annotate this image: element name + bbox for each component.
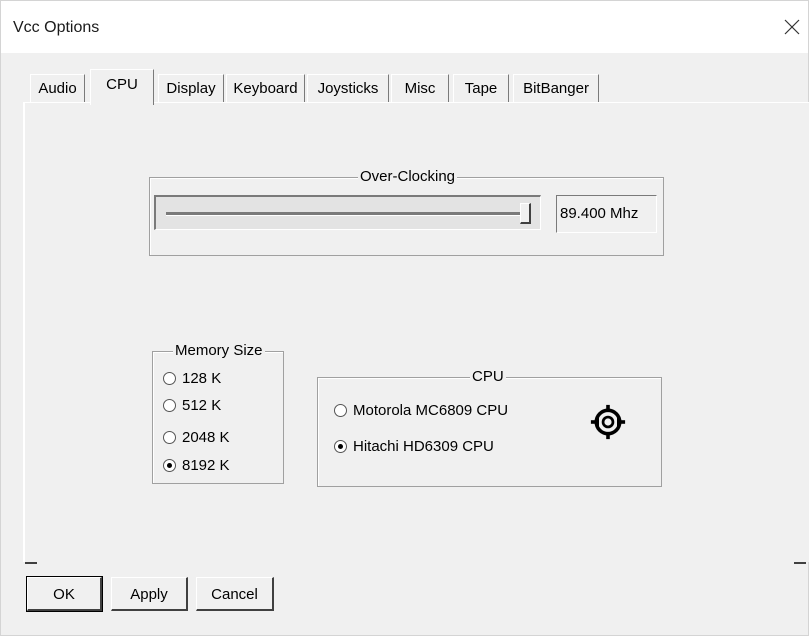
apply-label: Apply <box>130 586 168 603</box>
clock-speed-value: 89.400 Mhz <box>560 205 639 222</box>
radio-button[interactable] <box>163 371 176 385</box>
slider-thumb[interactable] <box>520 203 531 224</box>
overclocking-label: Over-Clocking <box>358 168 458 186</box>
radio-button[interactable] <box>334 403 347 417</box>
tab-label: Misc <box>404 80 436 97</box>
title-bar: Vcc Options <box>1 1 808 53</box>
tab-label: Tape <box>464 80 498 97</box>
ok-label: OK <box>53 586 75 603</box>
tab-display[interactable]: Display <box>158 74 224 102</box>
tab-cpu[interactable]: CPU <box>90 69 154 105</box>
tab-label: CPU <box>106 76 138 93</box>
ok-button[interactable]: OK <box>26 576 103 612</box>
memory-option-8192k[interactable]: 8192 K <box>163 455 230 477</box>
options-window: Vcc Options Audio CPU Display Keyboard J… <box>0 0 809 636</box>
cpu-group: CPU Motorola MC6809 CPU Hitachi HD6309 C… <box>317 368 662 487</box>
slider-groove <box>166 212 522 216</box>
cancel-button[interactable]: Cancel <box>196 577 274 611</box>
memory-option-2048k[interactable]: 2048 K <box>163 427 230 449</box>
cpu-option-hitachi[interactable]: Hitachi HD6309 CPU <box>334 436 494 458</box>
tab-label: BitBanger <box>523 80 589 97</box>
radio-button[interactable] <box>163 458 176 472</box>
right-edge-marker <box>794 562 806 564</box>
radio-label: 2048 K <box>182 429 230 446</box>
tab-joysticks[interactable]: Joysticks <box>307 74 389 102</box>
memory-size-label: Memory Size <box>173 342 265 360</box>
overclocking-group: Over-Clocking 89.400 Mhz <box>149 168 664 256</box>
radio-label: 8192 K <box>182 457 230 474</box>
memory-option-512k[interactable]: 512 K <box>163 395 221 417</box>
radio-label: Motorola MC6809 CPU <box>353 402 509 419</box>
cpu-option-motorola[interactable]: Motorola MC6809 CPU <box>334 400 508 422</box>
left-edge-marker <box>25 562 37 564</box>
radio-label: 128 K <box>182 370 222 387</box>
radio-label: Hitachi HD6309 CPU <box>353 438 494 455</box>
overclock-slider[interactable] <box>154 195 541 230</box>
window-title: Vcc Options <box>13 19 100 36</box>
radio-button[interactable] <box>334 439 347 453</box>
tab-misc[interactable]: Misc <box>391 74 449 102</box>
tab-label: Display <box>166 80 216 97</box>
memory-size-group: Memory Size 128 K 512 K 2048 K 8192 K <box>152 342 284 484</box>
hitachi-logo-icon <box>590 404 626 440</box>
tab-tape[interactable]: Tape <box>453 74 509 102</box>
tab-label: Keyboard <box>233 80 298 97</box>
apply-button[interactable]: Apply <box>111 577 188 611</box>
radio-button[interactable] <box>163 430 176 444</box>
tab-audio[interactable]: Audio <box>30 74 85 102</box>
radio-button[interactable] <box>163 398 176 412</box>
cancel-label: Cancel <box>211 586 258 603</box>
tab-label: Joysticks <box>317 80 379 97</box>
clock-speed-readout: 89.400 Mhz <box>556 195 657 233</box>
close-icon[interactable] <box>780 15 804 39</box>
memory-option-128k[interactable]: 128 K <box>163 368 221 390</box>
tab-label: Audio <box>38 80 77 97</box>
tab-keyboard[interactable]: Keyboard <box>226 74 305 102</box>
tab-bitbanger[interactable]: BitBanger <box>513 74 599 102</box>
radio-label: 512 K <box>182 397 222 414</box>
cpu-group-label: CPU <box>470 368 506 386</box>
